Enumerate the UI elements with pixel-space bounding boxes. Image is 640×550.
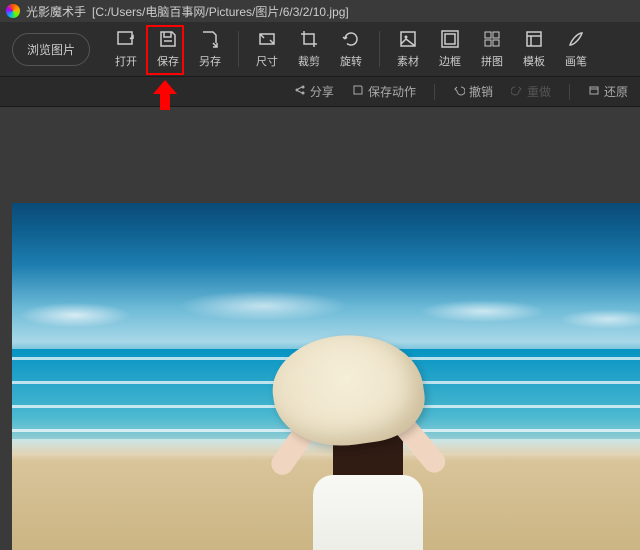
crop-button[interactable]: 裁剪 bbox=[291, 26, 327, 72]
save-action-icon bbox=[352, 84, 364, 99]
frame-icon bbox=[440, 29, 460, 49]
sub-divider bbox=[569, 84, 570, 100]
redo-button: 重做 bbox=[511, 83, 551, 100]
undo-icon bbox=[453, 84, 465, 99]
restore-button[interactable]: 还原 bbox=[588, 83, 628, 100]
sub-toolbar: 分享 保存动作 撤销 重做 还原 bbox=[0, 77, 640, 107]
share-icon bbox=[294, 84, 306, 99]
brush-button[interactable]: 画笔 bbox=[558, 26, 594, 72]
template-button[interactable]: 模板 bbox=[516, 26, 552, 72]
size-icon bbox=[257, 29, 277, 49]
main-toolbar: 浏览图片 打开 保存 另存 尺寸 裁剪 旋转 bbox=[0, 22, 640, 77]
save-action-button[interactable]: 保存动作 bbox=[352, 83, 416, 100]
app-logo-icon bbox=[6, 4, 20, 18]
crop-icon bbox=[299, 29, 319, 49]
frame-button[interactable]: 边框 bbox=[432, 26, 468, 72]
sub-divider bbox=[434, 84, 435, 100]
open-button[interactable]: 打开 bbox=[108, 26, 144, 72]
share-button[interactable]: 分享 bbox=[294, 83, 334, 100]
app-name: 光影魔术手 bbox=[26, 3, 86, 20]
undo-button[interactable]: 撤销 bbox=[453, 83, 493, 100]
browse-images-button[interactable]: 浏览图片 bbox=[12, 33, 90, 66]
file-path: [C:/Users/电脑百事网/Pictures/图片/6/3/2/10.jpg… bbox=[92, 3, 349, 20]
save-icon bbox=[158, 29, 178, 49]
save-as-button[interactable]: 另存 bbox=[192, 26, 228, 72]
toolbar-divider bbox=[238, 31, 239, 67]
open-icon bbox=[116, 29, 136, 49]
rotate-icon bbox=[341, 29, 361, 49]
toolbar-divider bbox=[379, 31, 380, 67]
restore-icon bbox=[588, 84, 600, 99]
edited-image bbox=[12, 203, 640, 550]
save-button[interactable]: 保存 bbox=[150, 26, 186, 72]
material-button[interactable]: 素材 bbox=[390, 26, 426, 72]
title-bar: 光影魔术手 [C:/Users/电脑百事网/Pictures/图片/6/3/2/… bbox=[0, 0, 640, 22]
image-viewport bbox=[12, 203, 640, 550]
brush-icon bbox=[566, 29, 586, 49]
collage-button[interactable]: 拼图 bbox=[474, 26, 510, 72]
collage-icon bbox=[482, 29, 502, 49]
size-button[interactable]: 尺寸 bbox=[249, 26, 285, 72]
material-icon bbox=[398, 29, 418, 49]
redo-icon bbox=[511, 84, 523, 99]
canvas-area[interactable] bbox=[0, 107, 640, 550]
template-icon bbox=[524, 29, 544, 49]
save-as-icon bbox=[200, 29, 220, 49]
rotate-button[interactable]: 旋转 bbox=[333, 26, 369, 72]
